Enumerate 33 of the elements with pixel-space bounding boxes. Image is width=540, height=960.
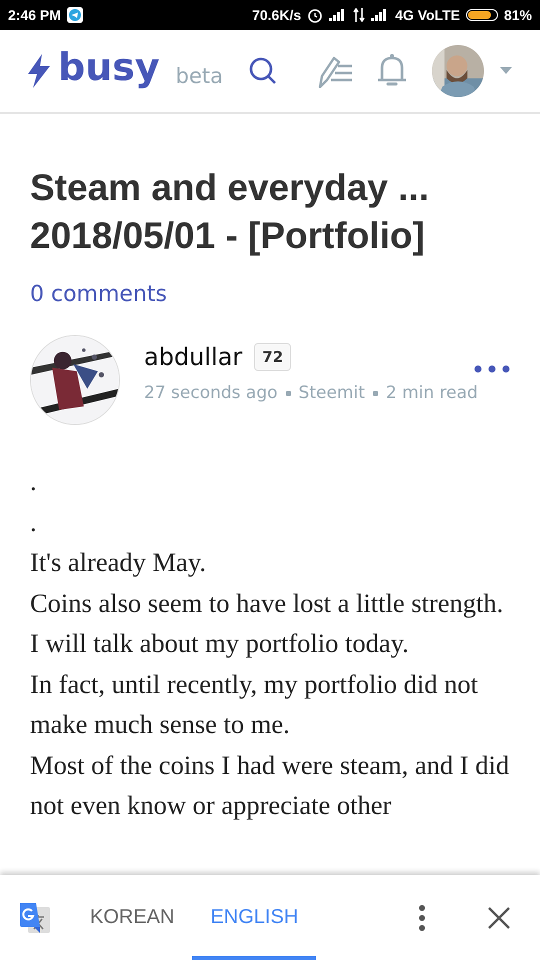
reputation-score: 72 <box>254 343 292 371</box>
comments-link[interactable]: 0 comments <box>30 282 167 307</box>
post-app: Steemit <box>298 383 365 403</box>
body-text: Most of the coins I had were steam, and I did not even know or appreciate other <box>30 748 510 822</box>
body-text: It's already May. <box>30 546 207 579</box>
close-icon[interactable] <box>488 906 510 928</box>
alarm-icon <box>307 7 324 23</box>
network-speed: 70.6K/s <box>252 7 302 23</box>
beta-label: beta <box>176 64 224 88</box>
data-transfer-icon <box>353 8 366 22</box>
user-avatar[interactable] <box>432 45 484 97</box>
read-time: 2 min read <box>386 383 478 403</box>
author-name[interactable]: abdullar <box>144 343 242 371</box>
body-text: Coins also seem to have lost a little strength. <box>30 586 504 620</box>
search-icon[interactable] <box>248 56 278 86</box>
network-type: 4G VoLTE <box>395 7 460 23</box>
logo-text[interactable]: busy <box>58 45 160 89</box>
body-text: . <box>30 465 38 498</box>
translate-icon[interactable] <box>18 900 52 934</box>
body-text: . <box>30 506 38 538</box>
battery-icon <box>466 9 498 21</box>
status-time: 2:46 PM <box>8 7 61 23</box>
more-icon[interactable] <box>474 365 510 373</box>
lightning-icon <box>28 54 50 88</box>
language-tab[interactable]: KOREAN <box>72 875 192 960</box>
body-text: I will talk about my portfolio today. <box>30 627 410 660</box>
post-title: Steam and everyday ... 2018/05/01 - [Portfolio] <box>30 166 430 258</box>
more-vertical-icon[interactable] <box>418 904 426 930</box>
post-time: 27 seconds ago <box>144 383 278 403</box>
body-text: In fact, until recently, my portfolio did not make much sense to me. <box>30 668 479 741</box>
battery-percent: 81% <box>504 7 532 23</box>
language-tab[interactable]: ENGLISH <box>192 875 316 960</box>
telegram-icon <box>66 7 83 23</box>
